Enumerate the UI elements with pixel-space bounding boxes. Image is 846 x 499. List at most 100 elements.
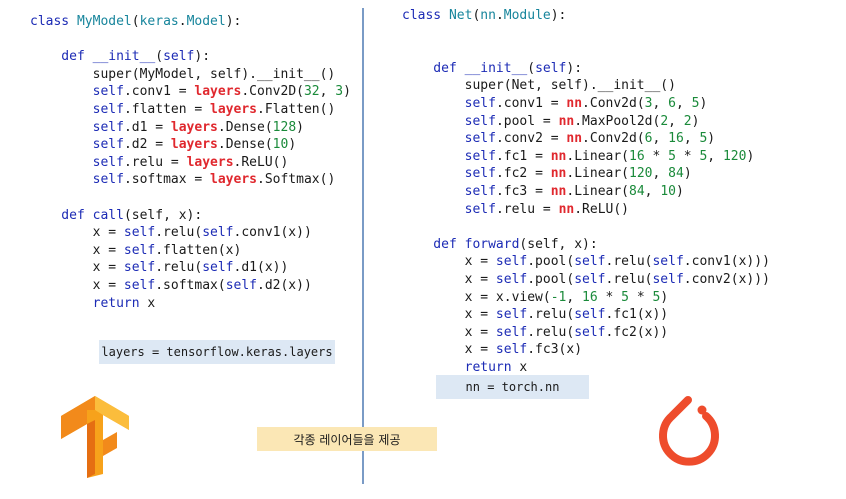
code-token: self [464, 201, 496, 217]
code-token: self [92, 137, 124, 153]
pytorch-code-line: self.conv2 = nn.Conv2d(6, 16, 5) [402, 130, 770, 148]
code-token: self [652, 254, 684, 270]
code-token: .relu = [123, 154, 187, 170]
code-token: self [574, 254, 606, 270]
code-token: 32 [303, 84, 320, 100]
code-token: return [92, 295, 140, 311]
code-token: .conv1(x)) [233, 225, 312, 241]
pytorch-code-block: class Net(nn.Module): def __init__(self)… [402, 7, 770, 376]
code-token: def [30, 207, 93, 223]
code-token: self [92, 172, 124, 188]
code-token: .Linear( [566, 166, 630, 182]
code-token: x = [402, 324, 496, 340]
code-token: 16 [668, 131, 684, 147]
code-token: , [644, 183, 661, 199]
code-token: ): [566, 60, 583, 76]
code-token: .fc1(x)) [605, 307, 669, 323]
code-token: .conv1 = [495, 95, 567, 111]
code-token: ) [699, 95, 708, 111]
code-token: , [319, 84, 336, 100]
code-token: self [574, 324, 606, 340]
code-token: self [464, 113, 496, 129]
code-token: self [92, 84, 124, 100]
code-token: ) [343, 84, 351, 100]
code-token: x = [402, 254, 496, 270]
code-token: .flatten(x) [155, 242, 242, 258]
code-token: (self, x): [123, 207, 203, 223]
code-token: , [652, 166, 669, 182]
code-token: ): [194, 49, 211, 65]
code-token: .fc2(x)) [605, 324, 669, 340]
code-token: x = [402, 271, 496, 287]
tensorflow-layers-note: layers = tensorflow.keras.layers [99, 340, 335, 364]
code-token: Module [503, 8, 551, 23]
code-token: 3 [644, 95, 653, 111]
code-token: x = [30, 260, 124, 276]
code-token: 16 [629, 148, 645, 164]
code-token: self [464, 131, 496, 147]
code-token: ( [131, 14, 140, 29]
code-token: ( [527, 60, 536, 76]
code-token: def [402, 60, 465, 76]
code-token: .d1 = [123, 119, 171, 135]
code-token: def [30, 49, 93, 65]
tensorflow-logo-icon [61, 396, 129, 478]
tensorflow-code-line: self.flatten = layers.Flatten() [30, 101, 351, 119]
pytorch-code-line: x = self.pool(self.relu(self.conv2(x))) [402, 271, 770, 289]
code-token: layers [210, 101, 257, 117]
code-token: .Dense( [217, 119, 273, 135]
code-token: self [225, 277, 257, 293]
code-token: ): [550, 8, 567, 23]
code-token: .relu( [527, 307, 575, 323]
code-token: self [495, 254, 528, 270]
code-token: 6 [668, 95, 676, 111]
code-token: ) [707, 131, 716, 147]
code-token: .relu( [155, 260, 203, 276]
pytorch-code-line: self.pool = nn.MaxPool2d(2, 2) [402, 113, 770, 131]
code-token: (self, x): [519, 236, 598, 252]
pytorch-code-line: return x [402, 359, 770, 377]
code-token: self [495, 342, 528, 358]
code-token: 2 [660, 113, 669, 129]
code-token: keras [139, 14, 179, 29]
pytorch-code-line: x = self.pool(self.relu(self.conv1(x))) [402, 253, 770, 271]
code-token: 120 [722, 148, 747, 164]
code-token: self [92, 154, 124, 170]
code-token: .conv2(x))) [683, 271, 770, 287]
code-token: ) [288, 137, 297, 153]
tensorflow-code-line: self.d2 = layers.Dense(10) [30, 136, 351, 154]
code-token: nn [558, 113, 575, 129]
code-token: self [92, 101, 124, 117]
tensorflow-code-line [30, 31, 351, 49]
code-token: x = [402, 342, 496, 358]
code-token: self [495, 307, 528, 323]
code-token: layers [194, 84, 242, 100]
tensorflow-code-line: x = self.relu(self.conv1(x)) [30, 224, 351, 242]
code-token: .pool( [527, 254, 575, 270]
tensorflow-code-line: x = self.flatten(x) [30, 242, 351, 260]
code-token: .fc2 = [495, 166, 551, 182]
code-token: .relu( [605, 271, 653, 287]
code-token: Net [448, 8, 473, 23]
code-token: 2 [683, 113, 692, 129]
tensorflow-code-block: class MyModel(keras.Model): def __init__… [30, 13, 351, 312]
code-token: .softmax( [155, 277, 226, 293]
code-token: .Conv2d( [582, 131, 645, 147]
code-token: 120 [629, 166, 653, 182]
code-token: ) [675, 183, 684, 199]
code-token: .Linear( [566, 183, 630, 199]
tensorflow-code-line: def __init__(self): [30, 48, 351, 66]
code-token: , [668, 113, 684, 129]
tensorflow-code-line: def call(self, x): [30, 207, 351, 225]
code-token: .relu( [605, 254, 653, 270]
pytorch-code-line: self.relu = nn.ReLU() [402, 201, 770, 219]
code-token: , [683, 131, 700, 147]
code-token: x = [30, 242, 124, 258]
code-token: x = [30, 277, 124, 293]
